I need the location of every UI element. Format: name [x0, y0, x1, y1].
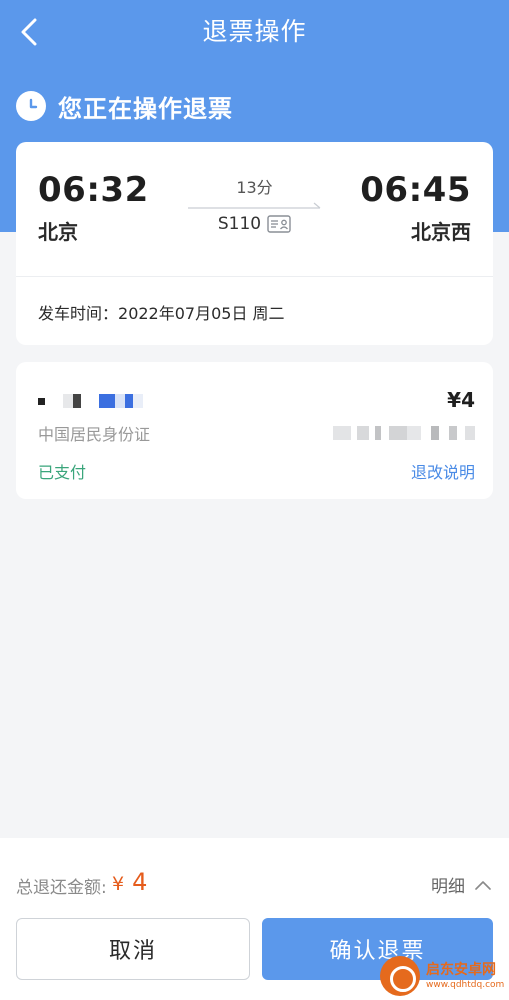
divider	[16, 276, 493, 277]
status-text: 您正在操作退票	[58, 94, 233, 123]
arrival-station: 北京西	[411, 220, 471, 244]
watermark-url: www.qdhtdq.com	[426, 980, 505, 990]
id-card-icon	[267, 215, 291, 233]
detail-label: 明细	[431, 877, 465, 897]
arrival-time: 06:45	[360, 170, 471, 210]
currency-symbol: ¥	[112, 873, 125, 895]
id-number-redacted	[333, 426, 475, 440]
departure-date: 2022年07月05日 周二	[118, 304, 285, 323]
train-number: S110	[217, 214, 262, 234]
id-type: 中国居民身份证	[38, 425, 151, 444]
departure-date-row: 发车时间：2022年07月05日 周二	[38, 300, 285, 324]
total-refund-value: 4	[132, 868, 148, 896]
passenger-name-redacted	[38, 392, 143, 410]
total-refund-amount: ¥4	[112, 868, 147, 896]
departure-date-label: 发车时间：	[38, 304, 119, 323]
cancel-button[interactable]: 取消	[16, 918, 250, 980]
train-info-card: 06:32 北京 13分 S110 06:45 北京西 发车时间：2022年07…	[16, 142, 493, 345]
refund-status: 您正在操作退票	[16, 86, 233, 126]
site-watermark: 启东安卓网 www.qdhtdq.com	[380, 955, 505, 997]
logo-icon	[380, 956, 420, 996]
detail-toggle[interactable]: 明细	[431, 872, 491, 897]
payment-status: 已支付	[38, 463, 87, 482]
ticket-price: ¥4	[447, 388, 475, 412]
watermark-name: 启东安卓网	[426, 962, 496, 978]
clock-icon	[16, 91, 46, 121]
chevron-up-icon	[475, 880, 491, 890]
passenger-card: ¥4 中国居民身份证 已支付 退改说明	[16, 362, 493, 499]
arrow-right-icon	[188, 202, 321, 209]
refund-rules-link[interactable]: 退改说明	[411, 459, 475, 483]
page-title: 退票操作	[202, 17, 307, 46]
total-refund-label: 总退还金额:	[16, 878, 107, 898]
